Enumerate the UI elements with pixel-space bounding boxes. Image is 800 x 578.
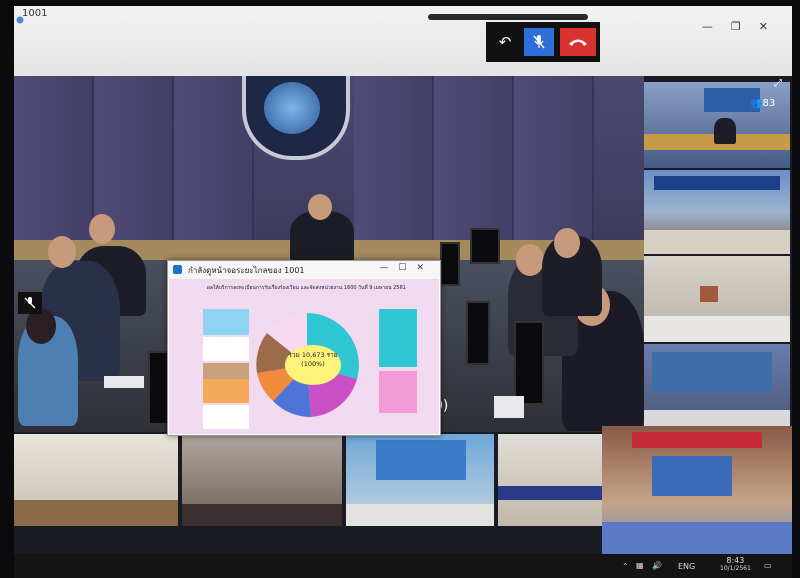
- desk-monitor: [470, 228, 500, 264]
- window-titlebar: 1001 —❐✕ ↶: [14, 6, 792, 76]
- input-language[interactable]: ENG: [678, 562, 695, 571]
- wall-panel: [434, 76, 514, 246]
- person-head: [48, 236, 76, 268]
- table: [346, 504, 494, 526]
- mute-microphone-button[interactable]: [524, 28, 554, 56]
- name-placard: [494, 396, 524, 418]
- drag-handle[interactable]: [428, 14, 588, 20]
- notifications-icon[interactable]: ▭: [764, 561, 772, 570]
- person-head: [516, 244, 544, 276]
- tray-chevron-icon[interactable]: ⌃: [622, 562, 629, 571]
- backdrop-banner: [654, 176, 780, 190]
- info-box: [203, 363, 249, 379]
- backdrop-banner: [652, 352, 772, 392]
- shared-window-controls: —☐✕: [379, 263, 434, 273]
- info-box: [203, 337, 249, 361]
- table: [14, 500, 178, 526]
- participant-count[interactable]: 👥83: [750, 98, 775, 109]
- backdrop-banner: [632, 432, 762, 448]
- info-box: [203, 405, 249, 429]
- wall-panel: [514, 76, 594, 246]
- shared-screen-window[interactable]: กำลังดูหน้าจอระยะไกลของ 1001 —☐✕ ผลให้บร…: [167, 260, 441, 436]
- expand-icon[interactable]: ⤢: [774, 78, 786, 90]
- back-button[interactable]: ↶: [490, 28, 520, 56]
- clock-date: 10/1/2561: [720, 565, 751, 572]
- participant-tile[interactable]: [644, 170, 790, 254]
- info-box: [379, 371, 417, 413]
- backdrop-banner: [376, 440, 466, 480]
- info-box: [379, 309, 417, 367]
- remote-view-icon: [173, 265, 182, 274]
- participant-tile[interactable]: [14, 434, 178, 526]
- participant-tile[interactable]: [602, 426, 792, 554]
- participant-count-value: 83: [762, 98, 776, 109]
- slide-heading: ผลให้บริการลงทะเบียนการรับเรื่องร้องเรีย…: [207, 285, 406, 291]
- desk-monitor: [466, 301, 490, 365]
- emblem-center: [264, 82, 320, 134]
- info-box: [203, 379, 249, 403]
- microphone-muted-icon: [24, 297, 36, 309]
- taskbar: ⌃ ▦ 🔊 ENG 8:43 10/1/2561 ▭: [14, 554, 792, 578]
- volume-icon[interactable]: 🔊: [652, 561, 662, 570]
- participant-tile[interactable]: [644, 82, 790, 168]
- table: [182, 504, 342, 526]
- documents: [104, 376, 144, 388]
- shared-window-title: กำลังดูหน้าจอระยะไกลของ 1001: [188, 266, 305, 275]
- shared-minimize-button[interactable]: —: [379, 263, 398, 273]
- person-head: [308, 194, 332, 220]
- participant-tile[interactable]: [644, 344, 790, 432]
- info-box: [203, 309, 249, 335]
- shared-maximize-button[interactable]: ☐: [398, 263, 416, 273]
- hang-up-icon: [569, 39, 587, 46]
- wall-picture: [700, 286, 718, 302]
- restore-button[interactable]: ❐: [731, 20, 759, 33]
- close-button[interactable]: ✕: [759, 20, 786, 33]
- desk-monitor: [440, 242, 460, 286]
- pie-total-label: รวม 10,673 ราย (100%): [285, 345, 341, 385]
- desk-monitor: [514, 321, 544, 405]
- backdrop-screen: [652, 456, 732, 496]
- wall-panel: [14, 76, 94, 246]
- window-controls: —❐✕: [702, 20, 786, 33]
- person-head: [554, 228, 580, 258]
- pie-total-percent: (100%): [301, 360, 325, 368]
- participant-tile[interactable]: [182, 434, 342, 526]
- shared-window-titlebar: กำลังดูหน้าจอระยะไกลของ 1001 —☐✕: [168, 261, 440, 279]
- end-call-button[interactable]: [560, 28, 596, 56]
- emblem: [242, 76, 350, 160]
- table: [644, 316, 790, 342]
- shared-close-button[interactable]: ✕: [416, 263, 434, 273]
- window-title: 1001: [22, 8, 48, 19]
- people-icon: 👥: [750, 98, 763, 109]
- muted-indicator: [18, 292, 42, 314]
- person-head: [89, 214, 115, 244]
- minimize-button[interactable]: —: [702, 20, 731, 33]
- participant-tile[interactable]: [346, 434, 494, 526]
- clock[interactable]: 8:43 10/1/2561: [720, 556, 751, 572]
- network-icon[interactable]: ▦: [636, 561, 644, 570]
- back-arrow-icon: ↶: [498, 33, 512, 51]
- microphone-muted-icon: [533, 35, 545, 49]
- presentation-slide: ผลให้บริการลงทะเบียนการรับเรื่องร้องเรีย…: [169, 279, 439, 434]
- participant-tile[interactable]: [644, 256, 790, 342]
- pie-total-value: รวม 10,673 ราย: [288, 351, 338, 359]
- screen: 1001 —❐✕ ↶ 0) 👥83 ⤢ กำลังดูหน้าจอระยะไกล…: [14, 6, 792, 578]
- table: [602, 522, 792, 554]
- wall-panel: [354, 76, 434, 246]
- table: [644, 230, 790, 254]
- attendee: [714, 118, 736, 144]
- clock-time: 8:43: [726, 556, 745, 565]
- call-control-bar: ↶: [486, 22, 600, 62]
